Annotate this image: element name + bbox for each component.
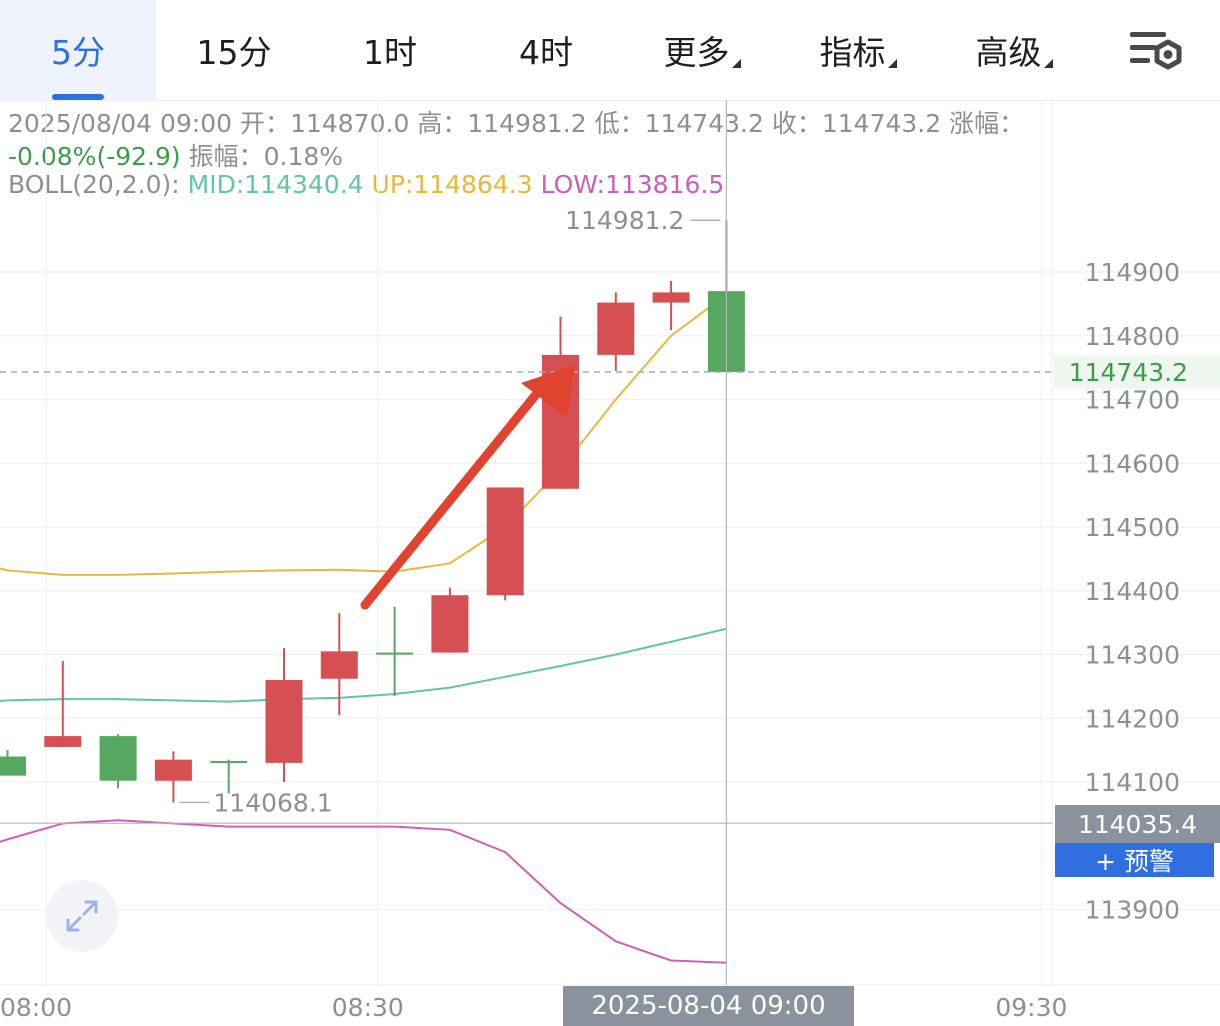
y-tick-label: 114300 (1085, 641, 1180, 670)
y-tick-label: 114700 (1085, 386, 1180, 415)
crosshair-price-badge: 114035.4 (1055, 805, 1220, 843)
candle-body (154, 759, 192, 781)
candle-body (486, 487, 524, 596)
y-tick-label: 113900 (1085, 896, 1180, 925)
candle-body (320, 651, 358, 679)
y-tick-label: 114900 (1085, 258, 1180, 287)
boll-mid-line (0, 627, 727, 703)
candle-body (431, 595, 469, 653)
last-price-label: 114743.2 (1069, 358, 1188, 387)
expand-chart-button[interactable] (46, 880, 118, 952)
add-alert-button[interactable]: + 预警 (1055, 843, 1214, 877)
high-price-label: 114981.2 (565, 206, 684, 235)
y-tick-label: 114400 (1085, 577, 1180, 606)
candle-body (210, 760, 248, 763)
crosshair-time-badge: 2025-08-04 09:00 (563, 986, 854, 1026)
candle-body (376, 652, 414, 655)
expand-icon (66, 900, 98, 932)
y-tick-label: 114500 (1085, 513, 1180, 542)
candle-body (44, 736, 82, 747)
low-price-label: 114068.1 (213, 788, 332, 817)
candle-body (652, 292, 690, 303)
candle-body (265, 680, 303, 763)
y-tick-label: 114800 (1085, 322, 1180, 351)
y-tick-label: 114200 (1085, 704, 1180, 733)
candle-body (0, 756, 26, 776)
candle-body (597, 302, 635, 355)
candlestick-chart[interactable]: 114900 114800 114700 114600 114500 114400 1143… (0, 0, 1220, 1026)
y-tick-label: 114600 (1085, 449, 1180, 478)
x-tick-label: 08:00 (0, 993, 72, 1022)
candle-body (99, 736, 137, 781)
x-tick-label: 09:30 (995, 993, 1067, 1022)
y-tick-label: 114100 (1085, 768, 1180, 797)
x-tick-label: 08:30 (332, 993, 404, 1022)
